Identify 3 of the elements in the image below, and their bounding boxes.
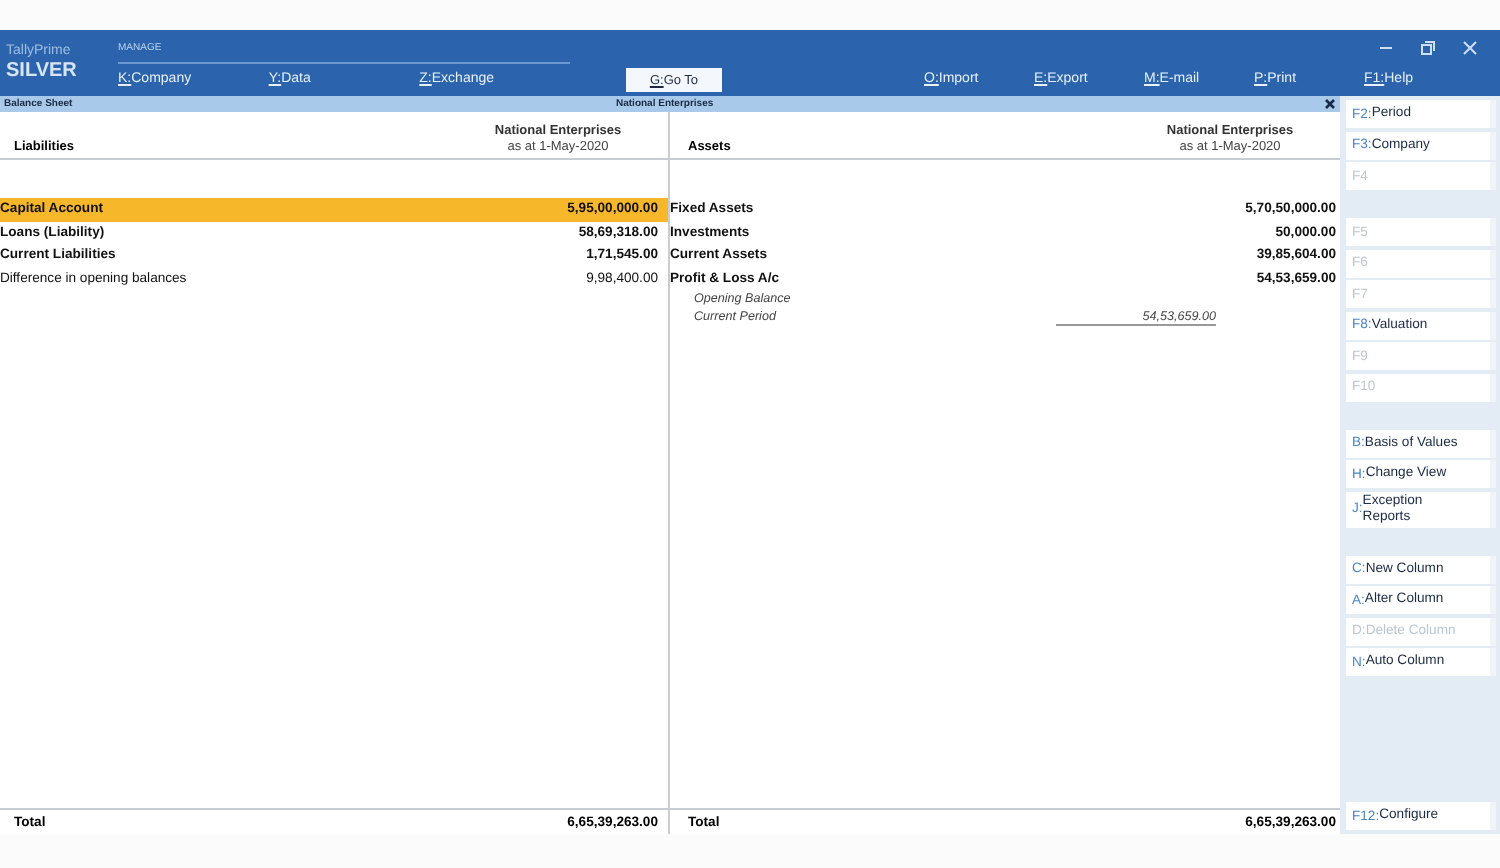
close-icon[interactable] xyxy=(1324,98,1336,110)
edition-label: SILVER xyxy=(6,60,79,84)
restore-icon[interactable] xyxy=(1420,40,1436,56)
